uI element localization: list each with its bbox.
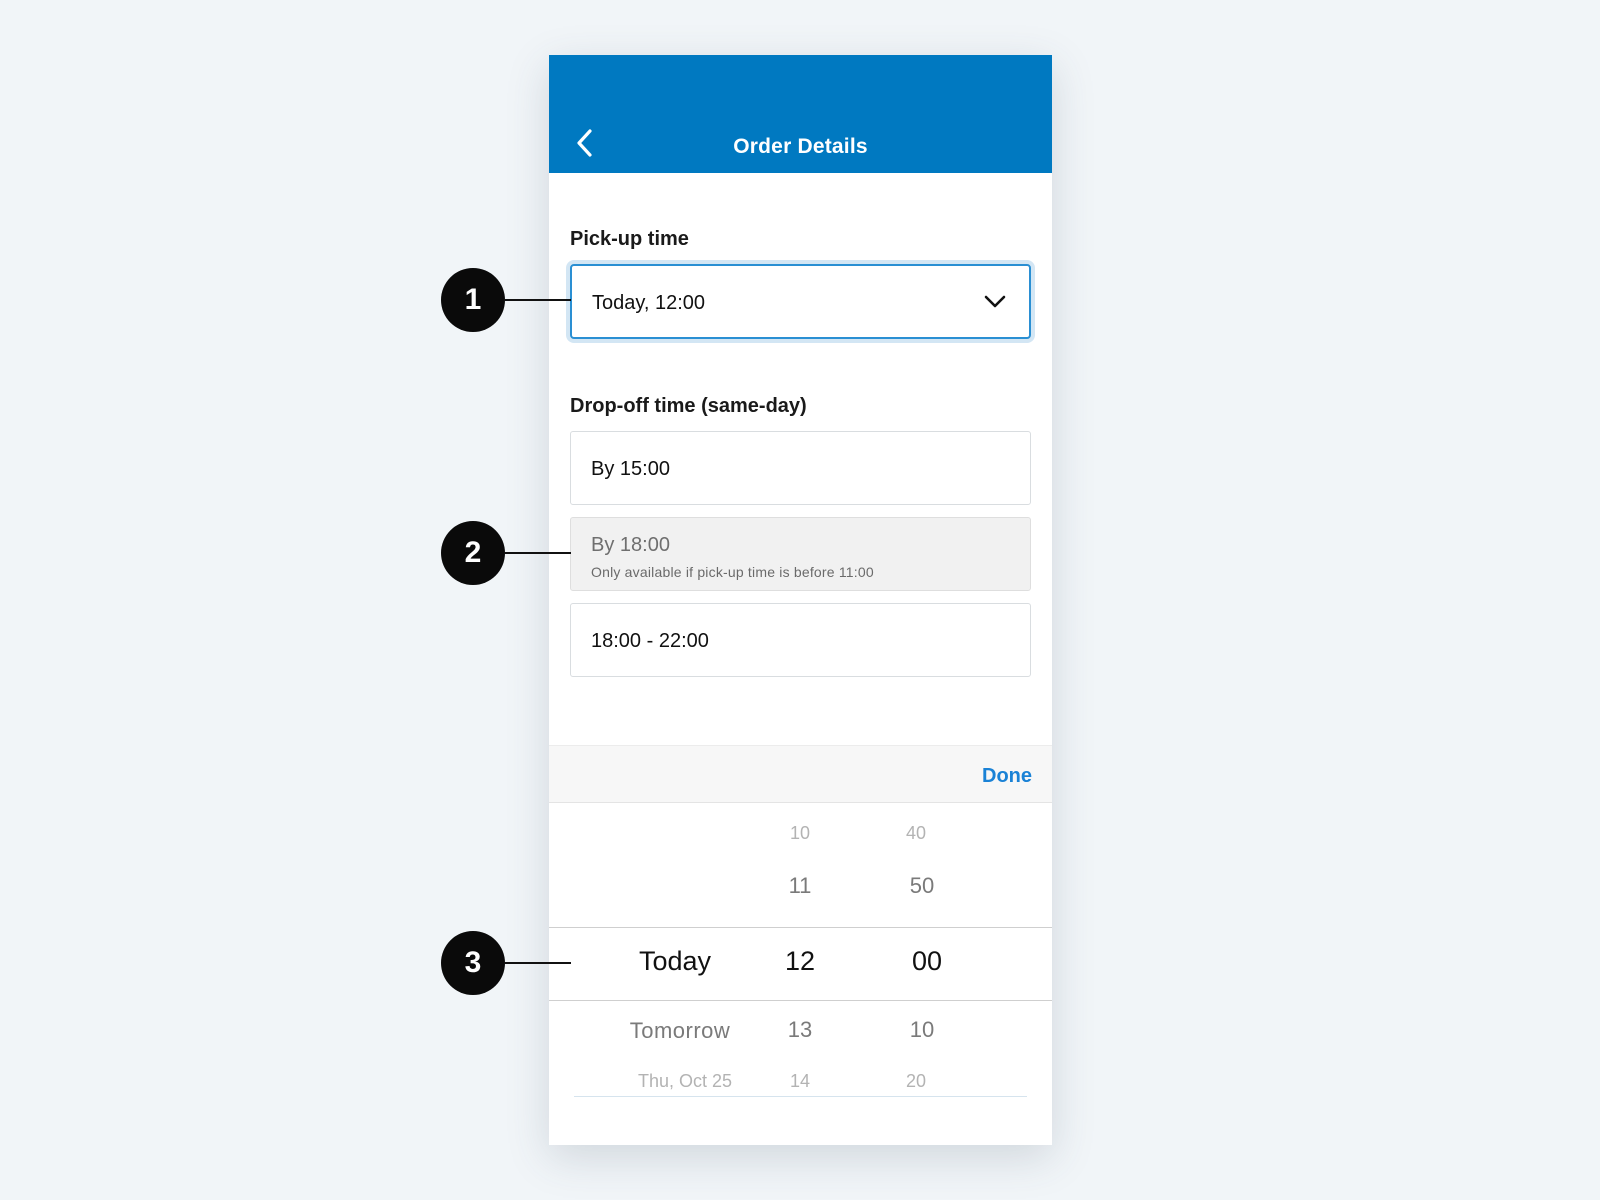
day-selected[interactable]: Today [639, 946, 711, 977]
minute-option[interactable]: 50 [910, 873, 934, 899]
day-option[interactable]: Tomorrow [630, 1018, 731, 1044]
minute-option[interactable]: 10 [910, 1017, 934, 1043]
time-picker-wheel[interactable]: Today Tomorrow Thu, Oct 25 10 11 12 13 1… [549, 803, 1052, 1145]
dropoff-option-evening[interactable]: 18:00 - 22:00 [570, 603, 1031, 677]
callout-marker-1: 1 [441, 268, 505, 332]
minute-option[interactable]: 40 [906, 823, 926, 844]
picker-divider [574, 1096, 1027, 1097]
callout-marker-3: 3 [441, 931, 505, 995]
option-label: By 18:00 [591, 534, 670, 556]
pickup-label: Pick-up time [570, 228, 689, 250]
dropoff-option-by-18-disabled: By 18:00 Only available if pick-up time … [570, 517, 1031, 591]
pickup-time-select[interactable]: Today, 12:00 [570, 264, 1031, 339]
dropoff-label: Drop-off time (same-day) [570, 395, 807, 417]
pickup-time-value: Today, 12:00 [592, 292, 706, 314]
callout-line [505, 962, 571, 964]
hour-selected[interactable]: 12 [785, 946, 815, 977]
hour-option[interactable]: 13 [788, 1017, 812, 1043]
page-title: Order Details [733, 135, 868, 158]
callout-line [505, 299, 571, 301]
picker-toolbar: Done [549, 745, 1052, 803]
minute-selected[interactable]: 00 [912, 946, 942, 977]
option-label: By 15:00 [591, 458, 670, 480]
done-button[interactable]: Done [982, 765, 1032, 788]
chevron-down-icon [984, 295, 1006, 308]
phone-screen: Order Details Pick-up time Today, 12:00 … [549, 55, 1052, 1145]
callout-line [505, 552, 571, 554]
option-label: 18:00 - 22:00 [591, 630, 709, 652]
app-bar: Order Details [549, 55, 1052, 173]
hour-option[interactable]: 11 [789, 873, 812, 899]
dropoff-option-by-15[interactable]: By 15:00 [570, 431, 1031, 505]
minute-option[interactable]: 20 [906, 1071, 926, 1092]
stage: Order Details Pick-up time Today, 12:00 … [0, 0, 1600, 1200]
day-option[interactable]: Thu, Oct 25 [638, 1071, 732, 1092]
option-sublabel: Only available if pick-up time is before… [591, 564, 874, 580]
hour-option[interactable]: 10 [790, 823, 810, 844]
callout-marker-2: 2 [441, 521, 505, 585]
hour-option[interactable]: 14 [790, 1071, 810, 1092]
